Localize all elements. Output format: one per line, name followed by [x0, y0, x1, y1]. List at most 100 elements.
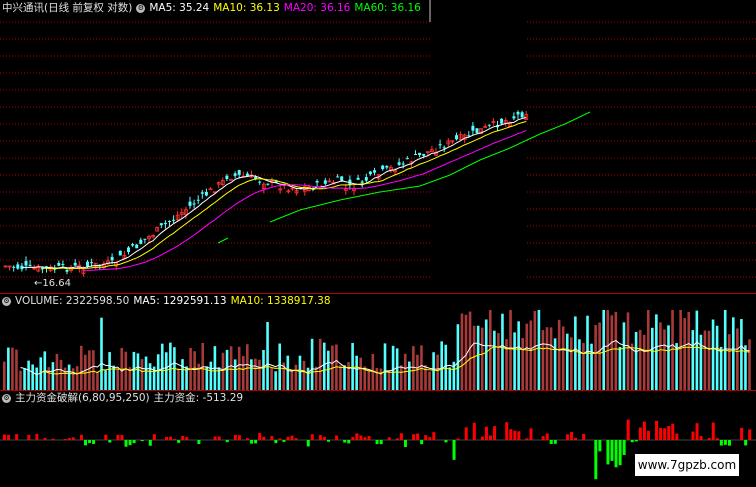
fund-flow-bar [723, 440, 727, 445]
volume-bar [412, 346, 415, 390]
ma10-readout: MA10: 36.13 [213, 2, 280, 14]
candlestick [405, 158, 409, 160]
fund-flow-bar [35, 433, 39, 440]
volume-bar [541, 330, 545, 390]
volume-bar [602, 310, 605, 390]
fund-flow-bar [541, 436, 545, 440]
fund-flow-bar [744, 440, 748, 446]
candlestick [28, 264, 32, 266]
candlestick [127, 247, 130, 252]
volume-bar [318, 338, 322, 390]
volume-chart-panel[interactable]: ⚙ VOLUME: 2322598.50 MA5: 1292591.13 MA10: … [0, 293, 756, 390]
fund-flow-bar [140, 440, 144, 442]
volume-bar [314, 366, 318, 390]
volume-bar [258, 359, 261, 390]
fund-flow-bar [505, 422, 509, 440]
fund-flow-bar [262, 436, 266, 440]
settings-icon[interactable]: ⚙ [2, 393, 11, 403]
volume-bar [687, 312, 691, 390]
volume-bar [703, 330, 707, 390]
volume-bar [27, 360, 30, 390]
fund-flow-bar [367, 436, 371, 440]
fund-flow-bar [79, 434, 83, 440]
volume-bar [399, 365, 403, 390]
volume-bar [416, 354, 419, 390]
volume-bar [626, 312, 630, 390]
fund-flow-bar [63, 438, 67, 440]
fund-flow-bar [379, 440, 383, 445]
fund-flow-bar [43, 437, 47, 440]
volume-bar [274, 371, 277, 390]
candlestick [512, 116, 516, 119]
fund-flow-bar [318, 435, 322, 440]
candlestick [442, 147, 446, 149]
volume-bar [590, 343, 593, 390]
fund-flow-bar [472, 422, 476, 440]
price-chart-panel[interactable]: 中兴通讯(日线 前复权 对数) ⚙ MA5: 35.24 MA10: 36.13 MA2… [0, 0, 756, 293]
volume-bar [67, 364, 71, 390]
settings-icon[interactable]: ⚙ [2, 296, 11, 306]
ma10-line [42, 121, 527, 270]
volume-bar [88, 350, 91, 390]
candlestick [422, 153, 426, 156]
volume-bar [493, 330, 496, 390]
fund-flow-bar [565, 434, 569, 440]
fund-flow-bar [104, 434, 108, 440]
volume-bar [11, 347, 14, 390]
volume-bar [484, 319, 488, 390]
candlestick [163, 222, 167, 225]
candlestick [110, 256, 114, 261]
volume-bar [59, 359, 63, 390]
volume-bar [505, 339, 508, 390]
fund-flow-bar [667, 425, 671, 440]
fund-flow-bar [493, 426, 497, 440]
fund-flow-bar [480, 436, 484, 440]
volume-bar [691, 330, 695, 390]
ma60-line [269, 111, 591, 223]
fund-flow-bar [3, 434, 6, 440]
volume-bar [302, 360, 306, 390]
volume-bar [3, 361, 6, 390]
fund-flow-bar [699, 436, 703, 440]
fund-flow-bar [715, 438, 719, 440]
volume-bar [7, 347, 10, 390]
fund-flow-bar [663, 428, 667, 440]
volume-bar [472, 325, 476, 390]
fund-flow-bar [173, 438, 177, 440]
volume-bar [545, 327, 549, 390]
volume-bar [570, 337, 573, 390]
candlestick [258, 181, 262, 183]
volume-bar [55, 353, 59, 390]
volume-bar [561, 326, 565, 390]
volume-bar [156, 354, 160, 390]
price-chart[interactable] [0, 0, 756, 293]
volume-bar [367, 369, 371, 390]
volume-bar [614, 311, 618, 390]
fund-flow-bar [213, 436, 217, 440]
settings-icon[interactable]: ⚙ [136, 3, 146, 13]
volume-bar [667, 325, 670, 390]
fund-flow-bar [343, 440, 347, 443]
volume-bar [432, 352, 435, 390]
ma60-readout: MA60: 36.16 [354, 2, 421, 14]
volume-bar [108, 352, 111, 390]
volume-bar [675, 343, 678, 390]
candlestick [65, 269, 69, 272]
fund-flow-bar [395, 438, 399, 440]
volume-readout: VOLUME: 2322598.50 [15, 295, 130, 307]
volume-bar [246, 344, 249, 390]
fund-flow-bar [351, 437, 355, 440]
volume-bar [642, 334, 646, 390]
candlestick [401, 163, 405, 165]
volume-bar [254, 358, 257, 390]
volume-bar [221, 352, 225, 390]
volume-bar [395, 348, 399, 390]
flow-title: 主力资金破解(6,80,95,250) [15, 392, 150, 404]
volume-bar [727, 334, 731, 390]
fund-flow-bar [359, 435, 363, 440]
fund-flow-bar [610, 440, 614, 461]
volume-bar [715, 325, 719, 390]
volume-bar [148, 363, 152, 390]
volume-bar [436, 354, 439, 390]
candlestick [500, 118, 504, 124]
